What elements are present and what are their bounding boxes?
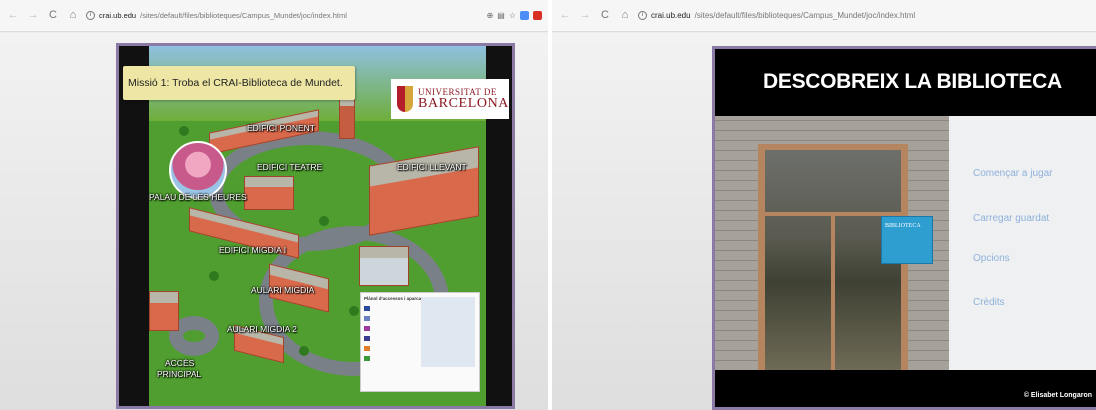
sign-title: BIBLIOTECA bbox=[885, 223, 921, 229]
address-path: /sites/default/files/biblioteques/Campus… bbox=[140, 11, 347, 20]
logo-line2: BARCELONA bbox=[418, 95, 509, 111]
address-host: crai.ub.edu bbox=[651, 11, 691, 20]
menu-load-save[interactable]: Carregar guardat bbox=[973, 213, 1049, 224]
legend-swatch bbox=[364, 316, 370, 321]
reload-icon[interactable]: C bbox=[598, 9, 612, 23]
building-edge bbox=[149, 291, 179, 331]
browser-toolbar: ← → C ⌂ i crai.ub.edu/sites/default/file… bbox=[0, 0, 548, 32]
label-edifici-migdia-i[interactable]: EDIFICI MIGDIA I bbox=[219, 245, 286, 255]
main-menu: Començar a jugar Carregar guardat Opcion… bbox=[949, 116, 1096, 370]
menu-credits[interactable]: Crèdits bbox=[973, 297, 1005, 308]
address-bar[interactable]: i crai.ub.edu/sites/default/files/biblio… bbox=[638, 7, 1090, 25]
label-aulari-migdia[interactable]: AULARI MIGDIA bbox=[251, 285, 314, 295]
legend-swatch bbox=[364, 346, 370, 351]
home-icon[interactable]: ⌂ bbox=[66, 9, 80, 23]
game-frame[interactable]: EDIFICI PONENT EDIFICI TEATRE EDIFICI LL… bbox=[116, 43, 515, 409]
extension-icon[interactable] bbox=[520, 11, 529, 20]
zoom-icon[interactable]: ⊕ bbox=[487, 11, 494, 20]
right-browser-window: ← → C ⌂ i crai.ub.edu/sites/default/file… bbox=[552, 0, 1096, 410]
label-acces[interactable]: ACCÈS bbox=[165, 358, 194, 368]
legend-swatch bbox=[364, 356, 370, 361]
page-content: DESCOBREIX LA BIBLIOTECA BIBLIOTECA Come… bbox=[552, 33, 1096, 410]
game-title: DESCOBREIX LA BIBLIOTECA bbox=[763, 70, 1062, 93]
toolbar-icons: ⊕ ▤ ☆ bbox=[487, 11, 542, 20]
back-icon[interactable]: ← bbox=[6, 9, 20, 23]
game-frame[interactable]: DESCOBREIX LA BIBLIOTECA BIBLIOTECA Come… bbox=[712, 46, 1096, 410]
building-teatre[interactable] bbox=[244, 176, 294, 210]
label-edifici-ponent[interactable]: EDIFICI PONENT bbox=[247, 123, 315, 133]
label-aulari-migdia-2[interactable]: AULARI MIGDIA 2 bbox=[227, 324, 297, 334]
palau-de-les-heures-image[interactable] bbox=[169, 141, 227, 199]
legend-minimap bbox=[421, 297, 475, 367]
reload-icon[interactable]: C bbox=[46, 9, 60, 23]
home-icon[interactable]: ⌂ bbox=[618, 9, 632, 23]
label-edifici-llevant[interactable]: EDIFICI LLEVANT bbox=[397, 162, 467, 172]
translate-icon[interactable]: ▤ bbox=[497, 11, 505, 20]
info-icon[interactable]: i bbox=[638, 11, 647, 20]
extension-icon[interactable] bbox=[533, 11, 542, 20]
copyright-text: © Elisabet Longaron bbox=[1023, 392, 1092, 399]
building-llevant-annex bbox=[359, 246, 409, 286]
menu-start-game[interactable]: Començar a jugar bbox=[973, 168, 1052, 179]
bookmark-star-icon[interactable]: ☆ bbox=[509, 11, 516, 20]
browser-toolbar: ← → C ⌂ i crai.ub.edu/sites/default/file… bbox=[552, 0, 1096, 32]
legend-swatch bbox=[364, 306, 370, 311]
address-host: crai.ub.edu bbox=[99, 11, 137, 20]
ub-shield-icon bbox=[397, 86, 414, 112]
info-icon[interactable]: i bbox=[86, 11, 95, 20]
label-edifici-teatre[interactable]: EDIFICI TEATRE bbox=[257, 162, 322, 172]
label-principal[interactable]: PRINCIPAL bbox=[157, 369, 201, 379]
address-path: /sites/default/files/biblioteques/Campus… bbox=[694, 11, 916, 20]
mission-banner: Missió 1: Troba el CRAI-Biblioteca de Mu… bbox=[123, 66, 355, 100]
legend-swatch bbox=[364, 336, 370, 341]
access-parking-legend: Plànol d'accessos i aparcaments bbox=[360, 292, 480, 392]
page-content: EDIFICI PONENT EDIFICI TEATRE EDIFICI LL… bbox=[0, 33, 548, 410]
address-bar[interactable]: i crai.ub.edu/sites/default/files/biblio… bbox=[86, 7, 481, 25]
menu-options[interactable]: Opcions bbox=[973, 253, 1010, 264]
legend-swatch bbox=[364, 326, 370, 331]
forward-icon[interactable]: → bbox=[578, 9, 592, 23]
label-palau-de-les-heures[interactable]: PALAU DE LES HEURES bbox=[149, 192, 247, 202]
forward-icon[interactable]: → bbox=[26, 9, 40, 23]
left-browser-window: ← → C ⌂ i crai.ub.edu/sites/default/file… bbox=[0, 0, 548, 410]
back-icon[interactable]: ← bbox=[558, 9, 572, 23]
library-entrance-photo: BIBLIOTECA bbox=[715, 116, 949, 370]
biblioteca-sign: BIBLIOTECA bbox=[881, 216, 933, 264]
ub-logo: UNIVERSITAT DE BARCELONA bbox=[391, 79, 509, 119]
